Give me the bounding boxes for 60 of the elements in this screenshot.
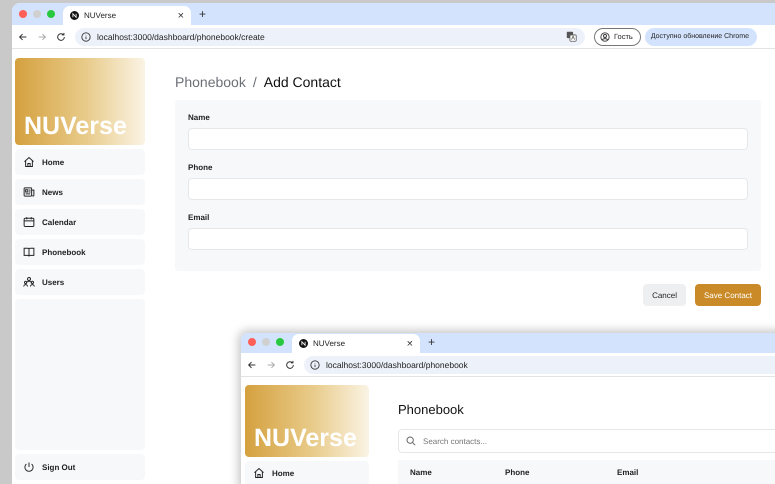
page-title: Phonebook bbox=[398, 402, 465, 417]
back-arrow-icon[interactable] bbox=[247, 360, 257, 370]
maximize-window-button[interactable] bbox=[47, 10, 55, 18]
back-arrow-icon[interactable] bbox=[18, 32, 28, 42]
minimize-window-button[interactable] bbox=[33, 10, 41, 18]
calendar-icon bbox=[23, 216, 35, 228]
maximize-window-button[interactable] bbox=[276, 338, 284, 346]
page-title: Add Contact bbox=[264, 74, 341, 90]
tab-title: NUVerse bbox=[84, 11, 118, 20]
browser-tab[interactable]: NUVerse × bbox=[292, 334, 420, 353]
users-icon bbox=[23, 276, 35, 288]
sidebar-item[interactable]: Home bbox=[245, 461, 369, 484]
field-label: Email bbox=[188, 213, 210, 222]
site-favicon-icon bbox=[70, 11, 79, 20]
power-icon bbox=[23, 461, 35, 473]
input-field[interactable] bbox=[188, 178, 748, 200]
reload-icon[interactable] bbox=[56, 32, 66, 42]
field-label: Name bbox=[188, 113, 211, 122]
input-field[interactable] bbox=[188, 228, 748, 250]
newspaper-icon bbox=[23, 186, 35, 198]
sidebar-item[interactable]: News bbox=[15, 179, 145, 205]
home-icon bbox=[23, 156, 35, 168]
tab-close-button[interactable]: × bbox=[178, 10, 184, 22]
address-bar[interactable]: localhost:3000/dashboard/phonebook/create bbox=[75, 28, 585, 46]
home-icon bbox=[253, 467, 265, 479]
sidebar-item[interactable]: Calendar bbox=[15, 209, 145, 235]
new-tab-button[interactable]: + bbox=[420, 335, 436, 353]
field-label: Phone bbox=[188, 163, 214, 172]
column-header: Email bbox=[617, 468, 638, 476]
forward-arrow-icon[interactable] bbox=[37, 32, 47, 42]
book-icon bbox=[23, 246, 35, 258]
person-icon bbox=[600, 32, 610, 42]
url-text: localhost:3000/dashboard/phonebook/create bbox=[97, 32, 266, 42]
tab-close-button[interactable]: × bbox=[406, 338, 413, 350]
breadcrumb-separator: / bbox=[252, 74, 257, 90]
address-bar[interactable]: localhost:3000/dashboard/phonebook bbox=[304, 356, 775, 374]
minimize-window-button[interactable] bbox=[262, 338, 270, 346]
forward-arrow-icon[interactable] bbox=[266, 360, 276, 370]
sidebar-item[interactable]: Home bbox=[15, 149, 145, 175]
sidebar-item[interactable]: Phonebook bbox=[15, 239, 145, 265]
cancel-button[interactable]: Cancel bbox=[643, 284, 686, 306]
search-field[interactable]: Search contacts... bbox=[398, 429, 775, 453]
info-icon bbox=[81, 32, 91, 42]
input-field[interactable] bbox=[188, 128, 748, 150]
column-header: Phone bbox=[505, 468, 530, 476]
tab-title: NUVerse bbox=[313, 339, 346, 348]
url-text: localhost:3000/dashboard/phonebook bbox=[326, 360, 469, 370]
reload-icon[interactable] bbox=[285, 360, 295, 370]
sidebar-item[interactable]: Users bbox=[15, 269, 145, 295]
column-header: Name bbox=[410, 468, 433, 476]
search-icon bbox=[406, 436, 416, 446]
info-icon bbox=[310, 360, 320, 370]
sign-out-button[interactable]: Sign Out bbox=[15, 454, 145, 480]
browser-tab[interactable]: NUVerse × bbox=[63, 6, 191, 25]
breadcrumb-link[interactable]: Phonebook bbox=[175, 74, 246, 90]
close-window-button[interactable] bbox=[248, 338, 256, 346]
translate-icon[interactable] bbox=[566, 31, 577, 42]
new-tab-button[interactable]: + bbox=[191, 7, 206, 25]
close-window-button[interactable] bbox=[19, 10, 27, 18]
site-favicon-icon bbox=[299, 339, 308, 348]
